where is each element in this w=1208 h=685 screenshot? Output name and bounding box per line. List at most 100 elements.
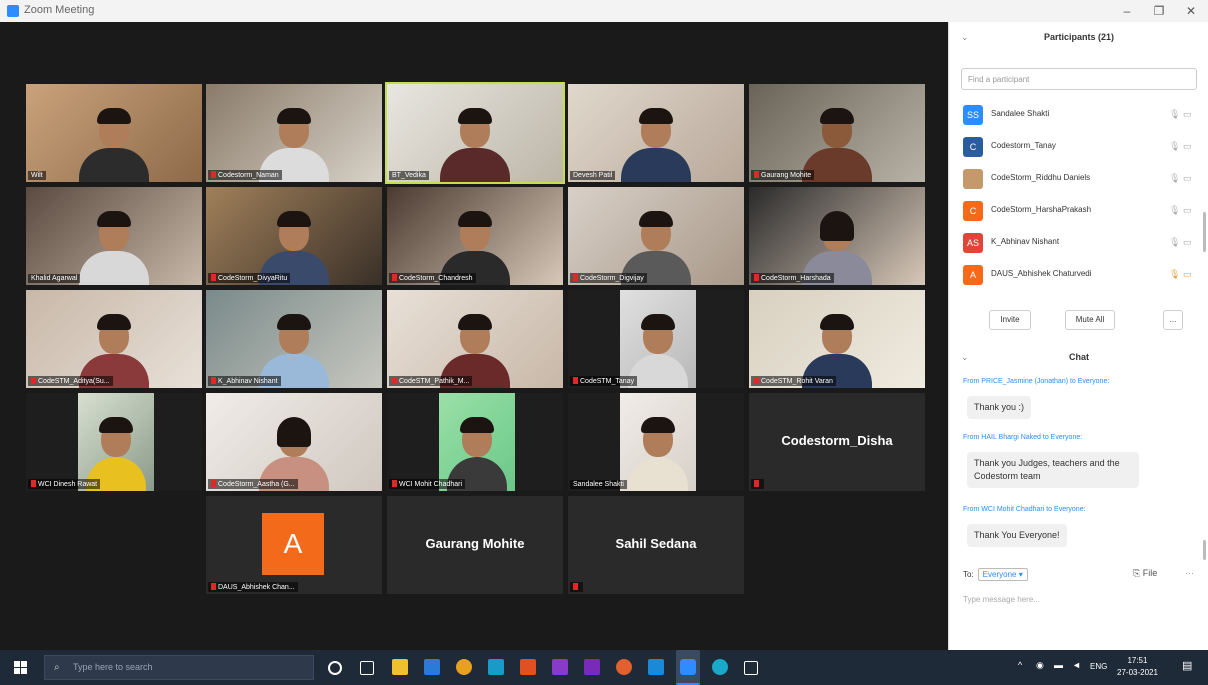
participant-mic-status (751, 479, 764, 489)
app-icon[interactable] (584, 659, 600, 675)
video-tile[interactable]: WCI Mohit Chadhari (387, 393, 563, 491)
camera-icon[interactable]: ▭ (1183, 237, 1192, 248)
video-tile[interactable]: CodeSTM_Tanay (568, 290, 744, 388)
video-tile-no-video[interactable]: A DAUS_Abhishek Chan... (206, 496, 382, 594)
participant-avatar: SS (963, 105, 983, 125)
app-icon[interactable] (520, 659, 536, 675)
participant-row[interactable]: SS Sandalee Shakti 🎙 ▭ (961, 100, 1201, 132)
camera-icon[interactable]: ▭ (1183, 109, 1192, 120)
network-icon[interactable]: ◉ (1036, 660, 1044, 671)
mic-muted-icon[interactable]: 🎙 (1169, 269, 1180, 280)
participant-display-name: Codestorm_Disha (781, 433, 893, 448)
camera-icon[interactable]: ▭ (1183, 205, 1192, 216)
volume-icon[interactable]: ◄ (1072, 660, 1081, 670)
video-tile[interactable]: K_Abhinav Nishant (206, 290, 382, 388)
participant-name-label: WCI Dinesh Rawat (28, 479, 101, 489)
video-tile-no-video[interactable]: Codestorm_Disha (749, 393, 925, 491)
mic-muted-icon[interactable]: 🎙 (1169, 237, 1180, 248)
video-tile[interactable]: CodeSTM_Rohit Varan (749, 290, 925, 388)
mic-muted-icon[interactable]: 🎙 (1169, 141, 1180, 152)
video-tile[interactable]: CodeStorm_Digvijay (568, 187, 744, 285)
mute-all-button[interactable]: Mute All (1065, 310, 1115, 330)
file-button[interactable]: ⎘ File (1133, 568, 1157, 579)
zoom-app-icon (7, 5, 19, 17)
battery-icon[interactable]: ▬ (1054, 660, 1063, 670)
participant-name-label: CodeSTM_Tanay (570, 376, 638, 386)
taskbar-clock[interactable]: 17:51 27-03-2021 (1117, 655, 1158, 679)
video-tile[interactable]: CodeStorm_DivyaRitu (206, 187, 382, 285)
video-tile[interactable]: CodeStorm_Chandresh (387, 187, 563, 285)
invite-button[interactable]: Invite (989, 310, 1031, 330)
video-tile[interactable]: Codestorm_Naman (206, 84, 382, 182)
cortana-icon[interactable] (328, 661, 342, 675)
participant-name-label: Devesh Patil (570, 171, 616, 180)
video-tile-no-video[interactable]: Gaurang Mohite (387, 496, 563, 594)
mic-muted-icon (392, 274, 397, 281)
window-title: Zoom Meeting (24, 4, 95, 16)
app-icon[interactable] (648, 659, 664, 675)
language-indicator[interactable]: ENG (1090, 662, 1107, 671)
edge-icon[interactable] (712, 659, 728, 675)
mic-muted-icon (392, 480, 397, 487)
participants-scrollbar[interactable] (1203, 212, 1206, 252)
participant-row[interactable]: C CodeStorm_HarshaPrakash 🎙 ▭ (961, 196, 1201, 228)
task-view-icon[interactable] (360, 661, 374, 675)
mic-muted-icon[interactable]: 🎙 (1169, 205, 1180, 216)
notification-icon[interactable]: ▤ (1182, 659, 1192, 672)
app-icon[interactable] (488, 659, 504, 675)
close-button[interactable]: ✕ (1176, 2, 1206, 20)
search-icon: ⌕ (54, 662, 60, 673)
mic-muted-icon (754, 480, 759, 487)
taskbar-search[interactable]: ⌕ Type here to search (44, 655, 314, 680)
chat-message-sender: From WCI Mohit Chadhari to Everyone: (963, 506, 1086, 513)
chat-message-sender: From HAIL Bhargi Naked to Everyone: (963, 434, 1083, 441)
more-options-button[interactable]: ... (1163, 310, 1183, 330)
chat-more-button[interactable]: ··· (1185, 568, 1194, 578)
video-tile[interactable]: CodeSTM_Aditya(Su... (26, 290, 202, 388)
maximize-button[interactable]: ❐ (1144, 2, 1174, 20)
vscode-icon[interactable] (424, 659, 440, 675)
camera-icon[interactable]: ▭ (1183, 141, 1192, 152)
chrome-icon[interactable] (456, 659, 472, 675)
mic-icon[interactable]: 🎙 (1169, 109, 1180, 120)
participant-row[interactable]: CodeStorm_Riddhu Daniels 🎙 ▭ (961, 164, 1201, 196)
participant-search-input[interactable]: Find a participant (961, 68, 1197, 90)
video-tile[interactable]: CodeStorm_Aastha (G... (206, 393, 382, 491)
video-tile[interactable]: WCI Dinesh Rawat (26, 393, 202, 491)
participant-row[interactable]: AS K_Abhinav Nishant 🎙 ▭ (961, 228, 1201, 260)
store-icon[interactable] (744, 661, 758, 675)
minimize-button[interactable]: – (1112, 2, 1142, 20)
mic-muted-icon (211, 274, 216, 281)
tray-chevron-icon[interactable]: ^ (1018, 660, 1022, 670)
zoom-taskbar-icon[interactable] (676, 650, 700, 685)
chat-scrollbar[interactable] (1203, 540, 1206, 560)
windows-start-icon[interactable] (14, 661, 28, 675)
video-tile[interactable]: CodeSTM_Pathik_M... (387, 290, 563, 388)
camera-icon[interactable]: ▭ (1183, 269, 1192, 280)
participant-name: DAUS_Abhishek Chaturvedi (991, 269, 1092, 278)
chat-message: Thank you :) (967, 396, 1032, 419)
file-explorer-icon[interactable] (392, 659, 408, 675)
participant-name-label: Khalid Agarwal (28, 274, 81, 283)
video-tile[interactable]: Sandalee Shakti (568, 393, 744, 491)
video-tile[interactable]: Wilt (26, 84, 202, 182)
participant-row[interactable]: C Codestorm_Tanay 🎙 ▭ (961, 132, 1201, 164)
mic-muted-icon[interactable]: 🎙 (1169, 173, 1180, 184)
windows-taskbar: ⌕ Type here to search ^ ◉ ▬ ◄ ENG 17:51 … (0, 650, 1208, 685)
camera-icon[interactable]: ▭ (1183, 173, 1192, 184)
app-icon[interactable] (552, 659, 568, 675)
mic-muted-icon (211, 480, 216, 487)
video-tile[interactable]: Devesh Patil (568, 84, 744, 182)
participant-name-label: Gaurang Mohite (751, 170, 815, 180)
recipient-dropdown[interactable]: Everyone ▾ (977, 568, 1028, 581)
video-tile-active-speaker[interactable]: BT_Vedika (385, 82, 565, 184)
video-tile[interactable]: Gaurang Mohite (749, 84, 925, 182)
participant-row[interactable]: A DAUS_Abhishek Chaturvedi 🎙 ▭ (961, 260, 1201, 292)
video-tile[interactable]: Khalid Agarwal (26, 187, 202, 285)
video-tile-no-video[interactable]: Sahil Sedana (568, 496, 744, 594)
video-tile[interactable]: CodeStorm_Harshada (749, 187, 925, 285)
participant-video (620, 290, 696, 388)
participant-video (439, 393, 515, 491)
firefox-icon[interactable] (616, 659, 632, 675)
chat-message-input[interactable]: Type message here... (963, 595, 1040, 604)
